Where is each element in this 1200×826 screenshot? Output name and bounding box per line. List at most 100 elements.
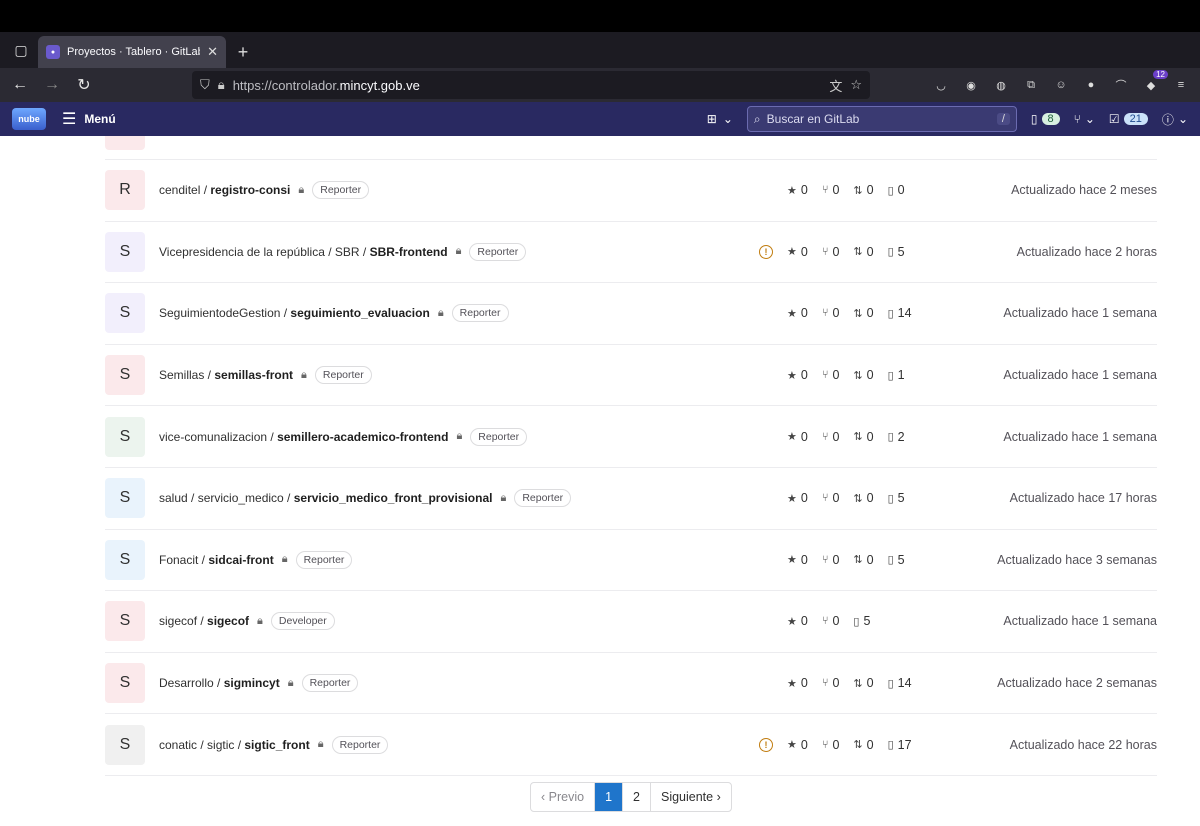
pipeline-warning-icon[interactable]: ! bbox=[759, 737, 773, 752]
stars-stat[interactable]: ★ 0 bbox=[787, 183, 808, 197]
project-avatar[interactable]: S bbox=[105, 724, 145, 765]
issues-button[interactable]: ▯ 8 bbox=[1031, 112, 1060, 126]
issues-stat[interactable]: ▯ 14 bbox=[888, 676, 912, 690]
merge-requests-stat[interactable]: ⇅ 0 bbox=[853, 306, 873, 320]
menu-icon[interactable]: ≡ bbox=[1172, 76, 1190, 94]
help-dropdown[interactable]: ⓘ ⌄ bbox=[1162, 111, 1188, 128]
project-row[interactable]: R cenditel / registro-consi 🔒︎ Reporter … bbox=[105, 160, 1157, 222]
project-link[interactable]: cenditel / registro-consi bbox=[159, 183, 290, 197]
issues-stat[interactable]: ▯ 1 bbox=[888, 368, 905, 382]
extension-icon[interactable]: ◍ bbox=[992, 76, 1010, 94]
project-link[interactable]: sigecof / sigecof bbox=[159, 614, 249, 628]
stars-stat[interactable]: ★ 0 bbox=[787, 430, 808, 444]
forks-stat[interactable]: ⑂ 0 bbox=[822, 368, 840, 382]
issues-stat[interactable]: ▯ 5 bbox=[888, 245, 905, 259]
project-link[interactable]: Semillas / semillas-front bbox=[159, 368, 293, 382]
create-new-dropdown[interactable]: ⊞ ⌄ bbox=[707, 112, 733, 126]
forks-stat[interactable]: ⑂ 0 bbox=[822, 553, 840, 567]
merge-requests-stat[interactable]: ⇅ 0 bbox=[853, 245, 873, 259]
project-row[interactable]: S SeguimientodeGestion / seguimiento_eva… bbox=[105, 283, 1157, 345]
url-text[interactable]: https://controlador.mincyt.gob.ve bbox=[233, 78, 822, 93]
reload-button[interactable]: ↻ bbox=[70, 71, 98, 99]
issues-stat[interactable]: ▯ 17 bbox=[888, 738, 912, 752]
project-row[interactable]: S salud / servicio_medico / servicio_med… bbox=[105, 468, 1157, 530]
back-button[interactable]: ← bbox=[6, 71, 34, 99]
next-page-button[interactable]: Siguiente › bbox=[651, 783, 731, 811]
issues-stat[interactable]: ▯ 5 bbox=[853, 614, 870, 628]
puzzle-icon[interactable]: ⧉ bbox=[1022, 76, 1040, 94]
project-link[interactable]: vice-comunalizacion / semillero-academic… bbox=[159, 430, 448, 444]
address-bar[interactable]: ⛉ 🔒︎ https://controlador.mincyt.gob.ve 文… bbox=[192, 71, 870, 99]
close-tab-icon[interactable]: ✕ bbox=[207, 44, 218, 60]
project-row[interactable]: S Semillas / semillas-front 🔒︎ Reporter … bbox=[105, 345, 1157, 407]
page-2-button[interactable]: 2 bbox=[623, 783, 651, 811]
project-link[interactable]: salud / servicio_medico / servicio_medic… bbox=[159, 491, 492, 505]
merge-requests-stat[interactable]: ⇅ 0 bbox=[853, 183, 873, 197]
prev-page-button[interactable]: ‹ Previo bbox=[531, 783, 596, 811]
project-avatar[interactable]: S bbox=[105, 478, 145, 519]
project-avatar[interactable]: S bbox=[105, 601, 145, 642]
shield-icon[interactable]: ⛉ bbox=[200, 77, 210, 93]
project-row[interactable]: S sigecof / sigecof 🔒︎ Developer ★ 0 ⑂ 0 ▯ 5… bbox=[105, 591, 1157, 653]
forks-stat[interactable]: ⑂ 0 bbox=[822, 676, 840, 690]
stars-stat[interactable]: ★ 0 bbox=[787, 614, 808, 628]
page-1-button[interactable]: 1 bbox=[595, 783, 624, 811]
nube-logo[interactable]: nube bbox=[12, 108, 46, 130]
pipeline-warning-icon[interactable]: ! bbox=[759, 244, 773, 259]
forks-stat[interactable]: ⑂ 0 bbox=[822, 738, 840, 752]
issues-stat[interactable]: ▯ 0 bbox=[888, 183, 905, 197]
forks-stat[interactable]: ⑂ 0 bbox=[822, 183, 840, 197]
project-link[interactable]: conatic / sigtic / sigtic_front bbox=[159, 738, 310, 752]
pocket-icon[interactable]: ◡ bbox=[932, 76, 950, 94]
project-avatar[interactable]: S bbox=[105, 355, 145, 396]
project-link[interactable]: Fonacit / sidcai-front bbox=[159, 553, 274, 567]
todos-button[interactable]: ☑ 21 bbox=[1109, 112, 1148, 126]
project-link[interactable]: Vicepresidencia de la república / SBR / … bbox=[159, 245, 448, 259]
stars-stat[interactable]: ★ 0 bbox=[787, 491, 808, 505]
badge-extension-icon[interactable]: ◆ 12 bbox=[1142, 70, 1168, 94]
issues-stat[interactable]: ▯ 5 bbox=[888, 491, 905, 505]
issues-stat[interactable]: ▯ 14 bbox=[888, 306, 912, 320]
forks-stat[interactable]: ⑂ 0 bbox=[822, 306, 840, 320]
merge-requests-dropdown[interactable]: ⑂ ⌄ bbox=[1074, 112, 1095, 126]
issues-stat[interactable]: ▯ 2 bbox=[888, 430, 905, 444]
search-box[interactable]: ⌕ Buscar en GitLab / bbox=[746, 106, 1017, 132]
project-row[interactable]: S conatic / sigtic / sigtic_front 🔒︎ Rep… bbox=[105, 714, 1157, 776]
merge-requests-stat[interactable]: ⇅ 0 bbox=[853, 738, 873, 752]
forks-stat[interactable]: ⑂ 0 bbox=[822, 491, 840, 505]
merge-requests-stat[interactable]: ⇅ 0 bbox=[853, 491, 873, 505]
search-input[interactable]: Buscar en GitLab bbox=[767, 112, 991, 126]
account-icon[interactable]: ◉ bbox=[962, 76, 980, 94]
project-row[interactable]: S Desarrollo / sigmincyt 🔒︎ Reporter ★ 0 … bbox=[105, 653, 1157, 715]
lock-icon[interactable]: 🔒︎ bbox=[218, 77, 225, 93]
project-avatar[interactable]: S bbox=[105, 293, 145, 334]
merge-requests-stat[interactable]: ⇅ 0 bbox=[853, 430, 873, 444]
stars-stat[interactable]: ★ 0 bbox=[787, 676, 808, 690]
stars-stat[interactable]: ★ 0 bbox=[787, 245, 808, 259]
stars-stat[interactable]: ★ 0 bbox=[787, 306, 808, 320]
project-row[interactable]: S vice-comunalizacion / semillero-academ… bbox=[105, 406, 1157, 468]
extension-avatar-icon[interactable]: ☺ bbox=[1052, 76, 1070, 94]
forward-button[interactable]: → bbox=[38, 71, 66, 99]
bookmark-star-icon[interactable]: ☆ bbox=[850, 77, 862, 93]
menu-button[interactable]: ☰ Menú bbox=[62, 109, 116, 129]
new-tab-button[interactable]: + bbox=[226, 36, 260, 68]
translate-icon[interactable]: 文 bbox=[829, 76, 842, 95]
project-row[interactable]: S Fonacit / sidcai-front 🔒︎ Reporter ★ 0 … bbox=[105, 530, 1157, 592]
issues-stat[interactable]: ▯ 5 bbox=[888, 553, 905, 567]
project-avatar[interactable]: S bbox=[105, 663, 145, 704]
tab-overview-icon[interactable]: ▢ bbox=[6, 32, 36, 68]
cookie-icon[interactable]: ● bbox=[1082, 76, 1100, 94]
forks-stat[interactable]: ⑂ 0 bbox=[822, 614, 840, 628]
stars-stat[interactable]: ★ 0 bbox=[787, 738, 808, 752]
project-link[interactable]: SeguimientodeGestion / seguimiento_evalu… bbox=[159, 306, 430, 320]
forks-stat[interactable]: ⑂ 0 bbox=[822, 245, 840, 259]
project-row[interactable]: S Vicepresidencia de la república / SBR … bbox=[105, 222, 1157, 284]
stars-stat[interactable]: ★ 0 bbox=[787, 553, 808, 567]
project-avatar[interactable]: S bbox=[105, 539, 145, 580]
project-avatar[interactable]: S bbox=[105, 231, 145, 272]
browser-tab-active[interactable]: ● Proyectos · Tablero · GitLab ✕ bbox=[38, 36, 226, 68]
project-avatar[interactable]: S bbox=[105, 416, 145, 457]
stars-stat[interactable]: ★ 0 bbox=[787, 368, 808, 382]
project-avatar[interactable]: R bbox=[105, 170, 145, 211]
